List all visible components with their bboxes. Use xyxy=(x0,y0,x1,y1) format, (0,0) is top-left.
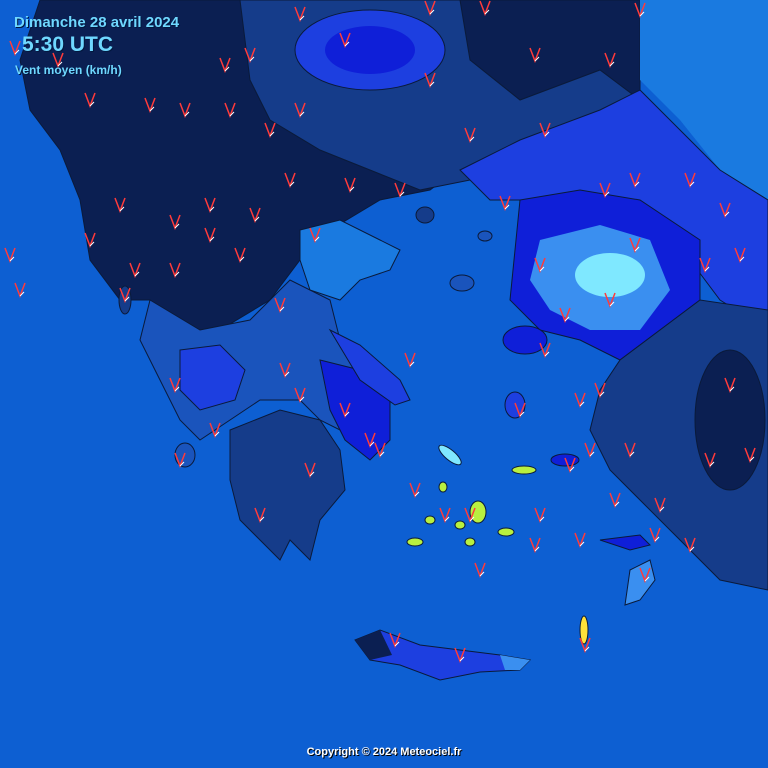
map-time: 5:30 UTC xyxy=(22,33,114,56)
island-cyclades-7 xyxy=(438,481,448,493)
map-variable: Vent moyen (km/h) xyxy=(15,63,122,77)
copyright-notice: Copyright © 2024 Meteociel.fr xyxy=(306,746,462,758)
island-ikaria xyxy=(511,465,537,475)
island-lesvos xyxy=(502,325,548,355)
map-date: Dimanche 28 avril 2024 xyxy=(14,14,180,31)
island-cyclades-1 xyxy=(469,500,487,524)
island-cyclades-6 xyxy=(497,527,515,537)
calm-anatolia xyxy=(694,349,766,491)
island-cyclades-5 xyxy=(464,537,476,547)
wind-map xyxy=(0,0,768,768)
island-lemnos xyxy=(449,274,475,292)
island-thasos xyxy=(415,206,435,224)
island-cyclades-4 xyxy=(406,537,424,547)
wind-core-bulgaria-inner xyxy=(325,26,415,74)
island-cyclades-2 xyxy=(424,515,436,525)
peak-zone-marmara xyxy=(575,253,645,297)
island-cyclades-3 xyxy=(454,520,466,530)
island-samothrace xyxy=(477,230,493,242)
